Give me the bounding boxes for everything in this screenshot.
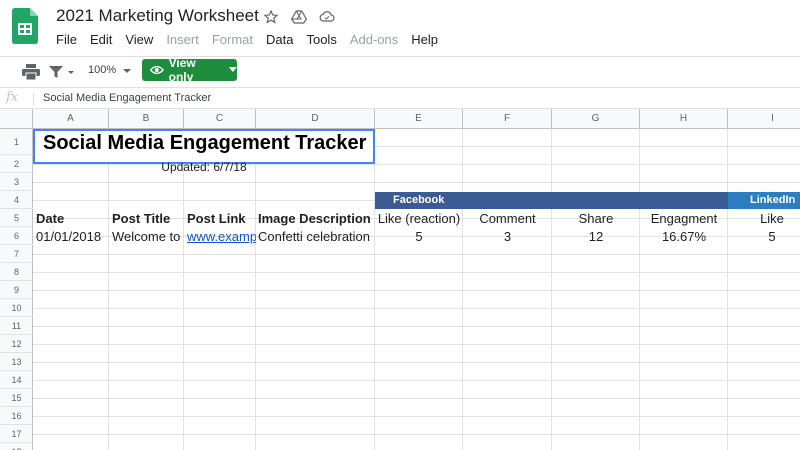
row-header-1[interactable]: 1: [0, 129, 33, 155]
formula-input[interactable]: Social Media Engagement Tracker: [43, 92, 211, 104]
eye-icon: [150, 65, 164, 75]
view-only-button[interactable]: View only: [142, 56, 237, 84]
menu-help[interactable]: Help: [411, 32, 438, 47]
menu-data[interactable]: Data: [266, 32, 293, 47]
row-header-7[interactable]: 7: [0, 245, 33, 263]
column-header-a[interactable]: A: [33, 109, 109, 129]
header-post-title[interactable]: Post Title: [112, 210, 184, 228]
spreadsheet-grid[interactable]: A B C D E F G H I 1 2 3 4 5 6 7 8 9 10 1…: [0, 109, 800, 450]
cell-like-reaction[interactable]: 5: [375, 228, 463, 246]
fx-icon: fx: [6, 90, 19, 105]
row-header-13[interactable]: 13: [0, 353, 33, 371]
menu-file[interactable]: File: [56, 32, 77, 47]
row-header-5[interactable]: 5: [0, 209, 33, 227]
row-header-12[interactable]: 12: [0, 335, 33, 353]
chevron-down-icon[interactable]: [122, 67, 132, 75]
select-all-corner[interactable]: [0, 109, 33, 129]
menu-add-ons[interactable]: Add-ons: [350, 32, 398, 47]
row-header-3[interactable]: 3: [0, 173, 33, 191]
print-icon[interactable]: [22, 64, 40, 80]
column-header-h[interactable]: H: [640, 109, 728, 129]
row-header-11[interactable]: 11: [0, 317, 33, 335]
column-header-g[interactable]: G: [552, 109, 640, 129]
view-only-label: View only: [168, 56, 196, 84]
row-header-16[interactable]: 16: [0, 407, 33, 425]
grid-line: [639, 129, 640, 450]
grid-line: [255, 129, 256, 450]
menu-view[interactable]: View: [125, 32, 153, 47]
row-header-8[interactable]: 8: [0, 263, 33, 281]
header-image-description[interactable]: Image Description: [258, 210, 375, 228]
cloud-status-icon[interactable]: [318, 8, 336, 26]
star-icon[interactable]: [262, 8, 280, 26]
sheets-logo-icon[interactable]: [12, 8, 38, 44]
column-header-i[interactable]: I: [728, 109, 800, 129]
facebook-section-header[interactable]: Facebook: [375, 192, 728, 209]
grid-line: [183, 129, 184, 450]
row-header-2[interactable]: 2: [0, 155, 33, 173]
column-header-d[interactable]: D: [256, 109, 375, 129]
header-share[interactable]: Share: [552, 210, 640, 228]
document-title[interactable]: 2021 Marketing Worksheet: [56, 6, 259, 26]
cell-post-title[interactable]: Welcome to: [112, 228, 184, 246]
grid-line: [551, 129, 552, 450]
cell-post-link[interactable]: www.example.com: [187, 228, 256, 246]
grid-line: [108, 129, 109, 450]
header-linkedin-like[interactable]: Like: [728, 210, 800, 228]
menu-insert[interactable]: Insert: [166, 32, 199, 47]
app-header: 2021 Marketing Worksheet File Edit View …: [0, 0, 800, 56]
formula-divider: [33, 92, 34, 106]
header-date[interactable]: Date: [36, 210, 109, 228]
grid-line: [727, 129, 728, 450]
column-header-f[interactable]: F: [463, 109, 552, 129]
linkedin-section-header[interactable]: LinkedIn: [728, 192, 800, 209]
menu-bar: File Edit View Insert Format Data Tools …: [56, 32, 438, 47]
menu-tools[interactable]: Tools: [306, 32, 336, 47]
cell-linkedin-like[interactable]: 5: [728, 228, 800, 246]
column-header-e[interactable]: E: [375, 109, 463, 129]
zoom-select[interactable]: 100%: [88, 64, 116, 76]
toolbar: 100%: [0, 56, 800, 86]
grid-line: [462, 129, 463, 450]
row-header-10[interactable]: 10: [0, 299, 33, 317]
updated-cell[interactable]: Updated: 6/7/18: [33, 158, 375, 176]
row-header-18[interactable]: 18: [0, 443, 33, 450]
column-header-b[interactable]: B: [109, 109, 184, 129]
row-header-4[interactable]: 4: [0, 191, 33, 209]
cell-date[interactable]: 01/01/2018: [36, 228, 109, 246]
row-header-14[interactable]: 14: [0, 371, 33, 389]
cell-area[interactable]: [33, 129, 800, 450]
cell-engagement[interactable]: 16.67%: [640, 228, 728, 246]
menu-format[interactable]: Format: [212, 32, 253, 47]
menu-edit[interactable]: Edit: [90, 32, 112, 47]
row-header-17[interactable]: 17: [0, 425, 33, 443]
cell-comment[interactable]: 3: [463, 228, 552, 246]
cell-image-description[interactable]: Confetti celebration: [258, 228, 375, 246]
header-like-reaction[interactable]: Like (reaction): [375, 210, 463, 228]
row-header-6[interactable]: 6: [0, 227, 33, 245]
row-header-column: 1 2 3 4 5 6 7 8 9 10 11 12 13 14 15 16 1…: [0, 129, 33, 450]
header-comment[interactable]: Comment: [463, 210, 552, 228]
filter-icon[interactable]: [48, 64, 74, 80]
chevron-down-icon: [229, 67, 237, 72]
column-header-c[interactable]: C: [184, 109, 256, 129]
column-header-row: A B C D E F G H I: [0, 109, 800, 129]
header-post-link[interactable]: Post Link: [187, 210, 256, 228]
cell-share[interactable]: 12: [552, 228, 640, 246]
grid-line: [374, 129, 375, 450]
row-header-15[interactable]: 15: [0, 389, 33, 407]
formula-bar: fx Social Media Engagement Tracker: [0, 87, 800, 109]
row-header-9[interactable]: 9: [0, 281, 33, 299]
header-engagement[interactable]: Engagment: [640, 210, 728, 228]
drive-icon[interactable]: [290, 8, 308, 26]
